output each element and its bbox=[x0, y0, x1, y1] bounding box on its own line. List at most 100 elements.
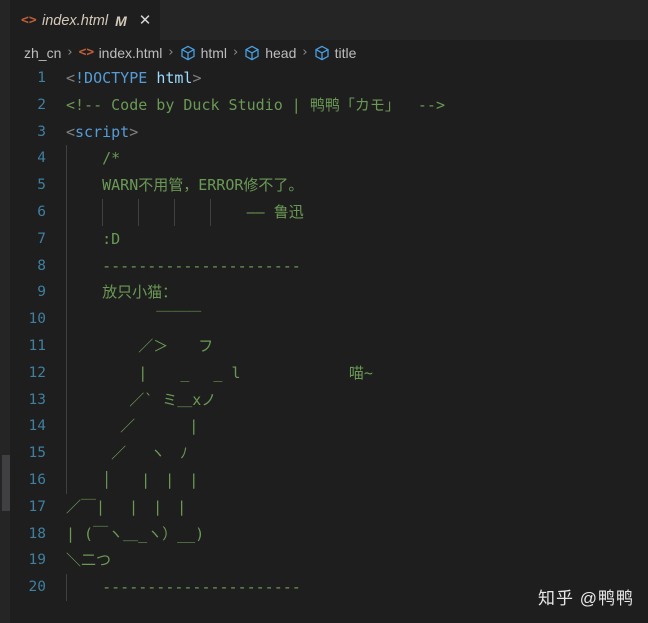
breadcrumb-item-html[interactable]: html bbox=[180, 45, 227, 61]
indent-guide bbox=[174, 198, 176, 226]
indent-guide bbox=[66, 359, 67, 387]
indent-guide bbox=[102, 198, 104, 226]
tab-index-html[interactable]: <> index.html M ✕ bbox=[10, 0, 161, 40]
code-token: ／￣| | | | bbox=[66, 497, 187, 516]
breadcrumb-item-zh-cn[interactable]: zh_cn bbox=[24, 45, 61, 61]
editor-tab-bar: <> index.html M ✕ bbox=[0, 0, 648, 40]
code-token: 放只小猫： bbox=[66, 283, 178, 302]
breadcrumb-separator: › bbox=[67, 45, 73, 60]
indent-guide bbox=[66, 332, 67, 360]
symbol-field-icon bbox=[180, 45, 195, 60]
code-line[interactable]: 19 ＼二つ bbox=[0, 547, 648, 574]
code-token: < bbox=[66, 122, 76, 141]
indent-guide bbox=[66, 252, 67, 280]
code-line-content: ---------------------- bbox=[62, 252, 648, 280]
code-line-content: ---------------------- bbox=[62, 574, 648, 601]
code-line[interactable]: 2 <!-- Code by Duck Studio | 鸭鸭「カモ」 --> bbox=[0, 92, 648, 119]
editor-scrollbar-slider[interactable] bbox=[2, 455, 10, 511]
indent-guide bbox=[210, 198, 212, 226]
code-token: html bbox=[156, 69, 193, 87]
code-line[interactable]: 15 ／ ヽ ﾉ bbox=[0, 440, 648, 467]
code-token: ￣￣￣ bbox=[66, 310, 202, 329]
breadcrumb-item-label: head bbox=[265, 44, 297, 61]
code-line[interactable]: 16 │ | | | bbox=[0, 466, 648, 494]
code-line[interactable]: 3 <script> bbox=[0, 119, 648, 146]
code-line[interactable]: 17 ／￣| | | | bbox=[0, 494, 648, 521]
code-token: | (￣ヽ＿_ヽ）__) bbox=[66, 524, 205, 543]
code-line[interactable]: 5 WARN不用管，ERROR修不了。 bbox=[0, 172, 648, 199]
indent-guide bbox=[138, 198, 140, 226]
code-token: ---------------------- bbox=[66, 578, 301, 597]
indent-guide bbox=[66, 440, 67, 467]
code-line-content: ￣￣￣ bbox=[62, 306, 648, 333]
code-line[interactable]: 12 | _ _ l 喵~ bbox=[0, 359, 648, 387]
breadcrumb-item-label: html bbox=[200, 44, 228, 61]
code-line[interactable]: 7 :D bbox=[0, 225, 648, 253]
code-line-content: ／￣| | | | bbox=[62, 494, 648, 521]
code-line-content: ／＞ フ bbox=[62, 332, 648, 360]
code-line[interactable]: 13 ／` ミ＿xノ bbox=[0, 386, 648, 414]
code-token: < bbox=[66, 69, 76, 87]
breadcrumb: zh_cn › <> index.html › html › head › title bbox=[0, 40, 648, 65]
breadcrumb-separator: › bbox=[168, 45, 174, 60]
code-line-content: ＼二つ bbox=[62, 547, 648, 574]
code-line[interactable]: 20 ---------------------- bbox=[0, 574, 648, 601]
code-line-content: ／` ミ＿xノ bbox=[62, 386, 648, 414]
symbol-field-icon bbox=[245, 45, 259, 60]
code-line-content: :D bbox=[62, 225, 648, 253]
code-line[interactable]: 1 <!DOCTYPE html> bbox=[0, 65, 648, 92]
code-token: │ | | | bbox=[66, 470, 199, 489]
code-line[interactable]: 14 ／ | bbox=[0, 413, 648, 441]
tab-dirty-badge: M bbox=[115, 12, 127, 29]
indent-guide bbox=[66, 198, 67, 226]
breadcrumb-item-index-html[interactable]: <> index.html bbox=[79, 45, 163, 61]
indent-guide bbox=[66, 413, 67, 441]
code-token: /* bbox=[66, 149, 121, 168]
code-token: :D bbox=[66, 229, 121, 248]
code-line-content: ／ | bbox=[62, 413, 648, 441]
code-token: > bbox=[192, 69, 202, 87]
breadcrumb-item-label: index.html bbox=[98, 44, 163, 61]
code-line-content: <script> bbox=[62, 119, 648, 146]
code-token: ／` ミ＿xノ bbox=[66, 390, 217, 409]
indent-guide bbox=[66, 306, 67, 333]
symbol-field-icon bbox=[314, 45, 329, 60]
code-token: !DOCTYPE bbox=[75, 69, 157, 87]
code-line-content: <!-- Code by Duck Studio | 鸭鸭「カモ」 --> bbox=[62, 92, 648, 119]
indent-guide bbox=[66, 574, 67, 601]
indent-guide bbox=[66, 466, 67, 494]
code-line-content: <!DOCTYPE html> bbox=[62, 65, 648, 92]
activity-bar-strip bbox=[0, 0, 10, 623]
breadcrumb-item-label: title bbox=[334, 44, 357, 61]
code-token: ---------------------- bbox=[66, 256, 301, 275]
breadcrumb-item-label: zh_cn bbox=[24, 44, 62, 61]
code-token: script bbox=[75, 122, 130, 141]
code-line[interactable]: 18 | (￣ヽ＿_ヽ）__) bbox=[0, 521, 648, 548]
code-line[interactable]: 11 ／＞ フ bbox=[0, 332, 648, 360]
html-code-icon: <> bbox=[21, 13, 37, 28]
breadcrumb-separator: › bbox=[302, 45, 308, 60]
code-line[interactable]: 6 —— 鲁迅 bbox=[0, 198, 648, 226]
code-line-content: | _ _ l 喵~ bbox=[62, 359, 648, 387]
code-token: ／ ヽ ﾉ bbox=[66, 444, 188, 463]
code-editor[interactable]: 1 <!DOCTYPE html> 2 <!-- Code by Duck Studi… bbox=[0, 65, 648, 623]
code-token: <!-- Code by Duck Studio | 鸭鸭「カモ」 --> bbox=[66, 95, 445, 114]
code-line[interactable]: 9 放只小猫： bbox=[0, 279, 648, 307]
breadcrumb-separator: › bbox=[233, 45, 239, 60]
code-line-content: | (￣ヽ＿_ヽ）__) bbox=[62, 521, 648, 548]
tab-label: index.html bbox=[42, 12, 109, 29]
code-line-content: │ | | | bbox=[62, 466, 648, 494]
breadcrumb-item-head[interactable]: head bbox=[244, 45, 296, 61]
code-line-content: —— 鲁迅 bbox=[62, 198, 648, 226]
code-line[interactable]: 8 ---------------------- bbox=[0, 252, 648, 280]
code-line-content: ／ ヽ ﾉ bbox=[62, 440, 648, 467]
code-line-content: 放只小猫： bbox=[62, 279, 648, 307]
code-token: > bbox=[129, 122, 139, 141]
close-icon[interactable]: ✕ bbox=[139, 13, 152, 28]
code-token: | _ _ l 喵~ bbox=[66, 363, 373, 382]
breadcrumb-item-title[interactable]: title bbox=[314, 44, 357, 61]
indent-guide bbox=[66, 386, 67, 414]
vscode-window: <> index.html M ✕ zh_cn › <> index.html › htm… bbox=[0, 0, 648, 623]
code-line[interactable]: 4 /* bbox=[0, 145, 648, 173]
code-line[interactable]: 10 ￣￣￣ bbox=[0, 306, 648, 333]
